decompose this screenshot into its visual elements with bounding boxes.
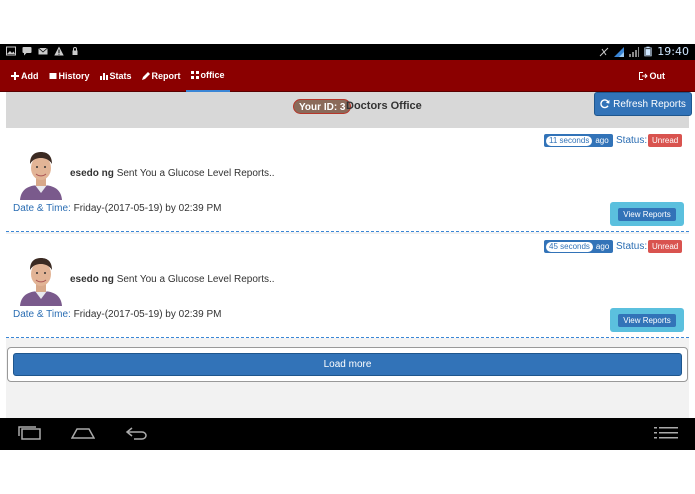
elapsed-time: 45 seconds (546, 241, 593, 252)
status-label: Status: (616, 241, 648, 252)
lock-icon (72, 47, 78, 55)
warning-icon (54, 46, 64, 56)
load-more-button[interactable]: Load more (13, 353, 682, 376)
refresh-reports-label: Refresh Reports (613, 98, 686, 110)
clock-time: 19:40 (657, 45, 689, 58)
datetime-value: Friday-(2017-05-19) by 02:39 PM (73, 203, 222, 214)
logout-icon (638, 72, 648, 80)
nav-stats[interactable]: Stats (95, 60, 137, 92)
elapsed-time: 11 seconds (546, 135, 593, 146)
elapsed-ago: ago (595, 242, 610, 251)
nav-stats-label: Stats (109, 71, 132, 81)
nav-report-label: Report (151, 71, 181, 81)
report-message: esedo ng Sent You a Glucose Level Report… (70, 168, 275, 180)
refresh-reports-button[interactable]: Refresh Reports (594, 92, 692, 116)
refresh-icon (600, 99, 610, 109)
bar-chart-icon (99, 73, 108, 80)
nav-office[interactable]: office (185, 60, 230, 92)
view-reports-button[interactable]: View Reports (610, 202, 684, 226)
menu-icon[interactable] (654, 426, 678, 440)
battery-icon (644, 46, 652, 57)
report-message: esedo ng Sent You a Glucose Level Report… (70, 274, 275, 286)
grid-icon (190, 71, 199, 79)
message-icon (22, 47, 32, 56)
plus-icon (11, 72, 19, 80)
report-card: 45 seconds ago Status: Unread esedo ng S… (6, 234, 689, 338)
person-avatar-icon (16, 148, 66, 200)
nav-report[interactable]: Report (137, 60, 186, 92)
top-navbar: Add History Stats Report office Out (0, 60, 695, 92)
elapsed-badge: 45 seconds ago (544, 240, 614, 253)
nav-add-label: Add (21, 71, 39, 81)
nav-history-label: History (58, 71, 90, 81)
elapsed-badge: 11 seconds ago (544, 134, 613, 147)
sender-name: esedo ng (70, 168, 114, 179)
status-badge: Unread (648, 134, 683, 147)
sender-name: esedo ng (70, 274, 114, 285)
recent-apps-icon[interactable] (18, 426, 42, 440)
page-title: Doctors Office (346, 100, 422, 112)
avatar (16, 254, 66, 306)
office-header: Your ID: 3 Doctors Office Refresh Report… (6, 92, 692, 128)
view-reports-label: View Reports (618, 207, 676, 221)
nav-history[interactable]: History (44, 60, 95, 92)
view-reports-button[interactable]: View Reports (610, 308, 684, 332)
main-content: Your ID: 3 Doctors Office Refresh Report… (6, 92, 692, 418)
datetime-label: Date & Time: (13, 203, 71, 214)
message-text: Sent You a Glucose Level Reports.. (116, 274, 275, 285)
report-datetime: Date & Time: Friday-(2017-05-19) by 02:3… (13, 203, 221, 215)
home-icon[interactable] (71, 426, 95, 440)
status-badge: Unread (648, 240, 683, 253)
report-card: 11 seconds ago Status: Unread esedo ng S… (6, 128, 689, 232)
user-id-label: Your ID: 3 (293, 99, 352, 114)
message-text: Sent You a Glucose Level Reports.. (116, 168, 275, 179)
logout-label: Out (649, 71, 666, 81)
view-reports-label: View Reports (618, 313, 676, 327)
app-screen: 19:40 Add History Stats Report office Ou… (0, 0, 695, 494)
back-icon[interactable] (125, 426, 149, 440)
status-label: Status: (616, 135, 648, 146)
nav-office-label: office (200, 70, 225, 80)
square-icon (49, 73, 56, 79)
image-icon (6, 46, 16, 56)
nav-add[interactable]: Add (6, 60, 44, 92)
status-bar: 19:40 (0, 44, 695, 60)
datetime-value: Friday-(2017-05-19) by 02:39 PM (73, 309, 222, 320)
elapsed-ago: ago (595, 136, 609, 145)
mail-icon (38, 47, 48, 55)
report-datetime: Date & Time: Friday-(2017-05-19) by 02:3… (13, 309, 221, 321)
person-avatar-icon (16, 254, 66, 306)
no-sync-icon (599, 47, 609, 56)
avatar (16, 148, 66, 200)
signal-icon-2 (629, 46, 640, 57)
datetime-label: Date & Time: (13, 309, 71, 320)
logout-button[interactable]: Out (638, 60, 666, 92)
signal-icon (614, 46, 625, 57)
load-more-panel: Load more (7, 347, 688, 382)
pencil-icon (141, 72, 150, 80)
android-nav-bar (0, 418, 695, 450)
